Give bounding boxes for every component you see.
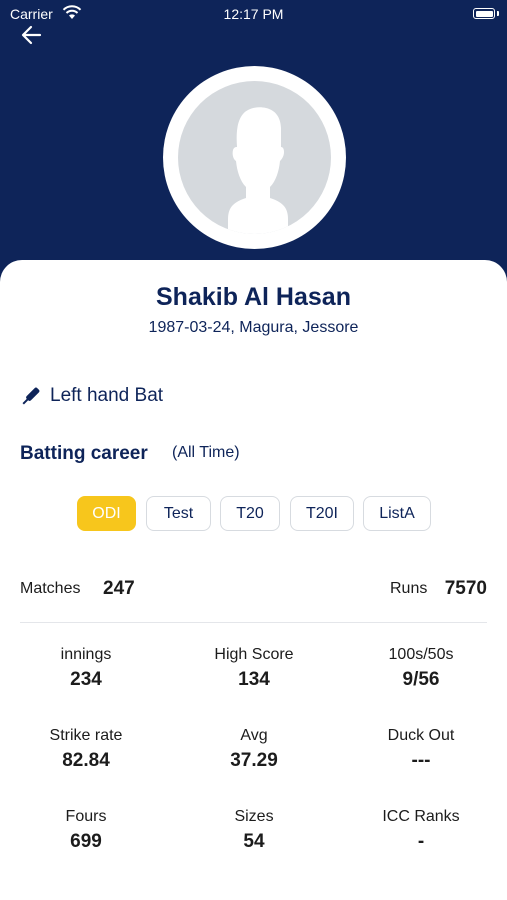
matches-label: Matches [20, 580, 81, 597]
stat-duck-out: Duck Out --- [346, 727, 496, 772]
stat-value: 54 [243, 831, 265, 852]
career-scope: (All Time) [172, 444, 240, 461]
avatar-frame [163, 66, 346, 249]
battery-icon [473, 8, 495, 19]
tab-t20[interactable]: T20 [220, 496, 280, 531]
stat-value: 234 [70, 669, 102, 690]
tab-t20i[interactable]: T20I [290, 496, 354, 531]
stat-sizes: Sizes 54 [179, 808, 329, 853]
divider [20, 622, 487, 623]
tab-test[interactable]: Test [146, 496, 211, 531]
stat-value: --- [411, 750, 431, 771]
stat-high-score: High Score 134 [179, 646, 329, 691]
stat-label: Fours [65, 808, 107, 825]
stat-value: 37.29 [230, 750, 278, 771]
stat-strike-rate: Strike rate 82.84 [11, 727, 161, 772]
player-birth-info: 1987-03-24, Magura, Jessore [148, 319, 359, 336]
stat-value: 134 [238, 669, 270, 690]
stat-label: innings [60, 646, 112, 663]
stat-value: - [417, 831, 425, 852]
batting-style: Left hand Bat [50, 385, 164, 406]
career-title: Batting career [20, 443, 148, 464]
stat-label: ICC Ranks [382, 808, 460, 825]
status-bar: Carrier 12:17 PM [0, 0, 507, 28]
back-button[interactable] [18, 22, 48, 48]
stat-value: 82.84 [62, 750, 110, 771]
battery-cap [497, 11, 499, 16]
cricket-bat-icon [22, 387, 40, 405]
stat-label: Strike rate [49, 727, 123, 744]
stat-label: 100s/50s [388, 646, 454, 663]
person-silhouette-icon [228, 107, 288, 234]
stat-icc-ranks: ICC Ranks - [346, 808, 496, 853]
stat-label: Avg [240, 727, 268, 744]
runs-label: Runs [390, 580, 428, 597]
stat-label: Sizes [234, 808, 274, 825]
player-name: Shakib Al Hasan [156, 283, 351, 311]
stat-label: Duck Out [387, 727, 455, 744]
tab-odi[interactable]: ODI [77, 496, 136, 531]
tab-lista[interactable]: ListA [363, 496, 431, 531]
avatar [178, 81, 331, 234]
arrow-left-icon [21, 25, 42, 45]
runs-value: 7570 [444, 578, 487, 599]
status-time: 12:17 PM [223, 6, 284, 22]
stat-100s-50s: 100s/50s 9/56 [346, 646, 496, 691]
stat-value: 699 [70, 831, 102, 852]
stat-value: 9/56 [402, 669, 440, 690]
stat-fours: Fours 699 [11, 808, 161, 853]
matches-value: 247 [103, 578, 135, 599]
stat-avg: Avg 37.29 [179, 727, 329, 772]
stat-label: High Score [214, 646, 294, 663]
stat-innings: innings 234 [11, 646, 161, 691]
